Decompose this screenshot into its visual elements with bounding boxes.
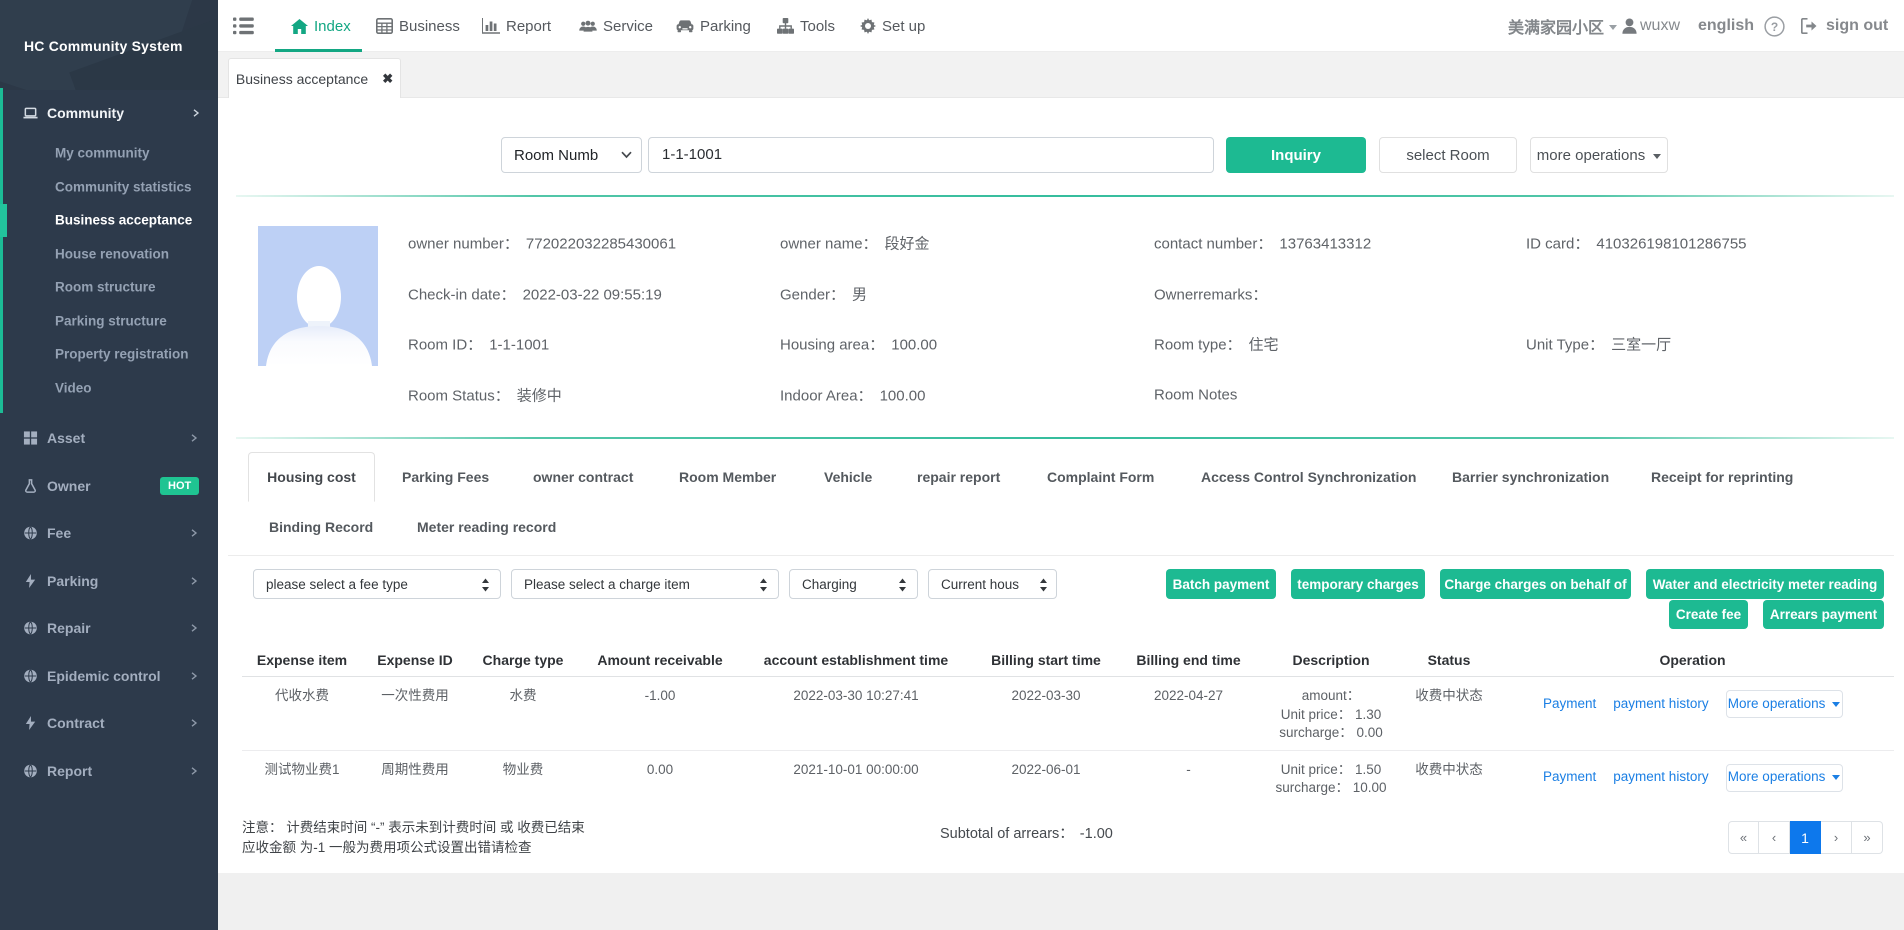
svg-text:?: ?	[1771, 20, 1778, 34]
